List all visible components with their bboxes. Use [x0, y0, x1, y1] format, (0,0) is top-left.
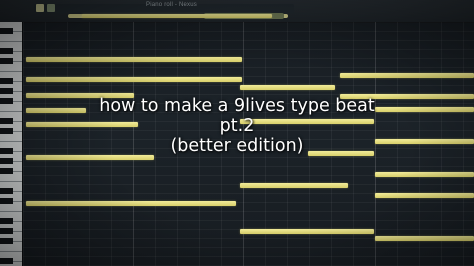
note[interactable] — [26, 201, 236, 206]
caption-line-3: (better edition) — [170, 136, 304, 156]
caption-line-1: how to make a 9lives type beat — [99, 96, 375, 116]
note[interactable] — [82, 14, 272, 18]
black-key[interactable] — [0, 188, 13, 194]
black-key[interactable] — [0, 98, 13, 104]
piano-roll-icon[interactable] — [36, 4, 44, 12]
black-key[interactable] — [0, 78, 13, 84]
black-key[interactable] — [0, 128, 13, 134]
black-key[interactable] — [0, 168, 13, 174]
note[interactable] — [26, 77, 242, 82]
black-key[interactable] — [0, 198, 13, 204]
black-key[interactable] — [0, 238, 13, 244]
note[interactable] — [240, 85, 335, 90]
black-key[interactable] — [0, 218, 13, 224]
black-key[interactable] — [0, 148, 13, 154]
video-caption: how to make a 9lives type beat pt.2 (bet… — [57, 96, 417, 156]
piano-roll-window: Piano roll - Nexus how to make a 9lives … — [0, 0, 474, 266]
toolbar: Piano roll - Nexus — [0, 0, 474, 23]
note[interactable] — [240, 229, 374, 234]
black-key[interactable] — [0, 48, 13, 54]
note[interactable] — [340, 73, 474, 78]
black-key[interactable] — [0, 118, 13, 124]
note[interactable] — [240, 183, 348, 188]
window-title: Piano roll - Nexus — [146, 2, 197, 8]
note[interactable] — [375, 193, 474, 198]
piano-keyboard[interactable] — [0, 22, 23, 266]
black-key[interactable] — [0, 258, 13, 264]
black-key[interactable] — [0, 88, 13, 94]
black-key[interactable] — [0, 158, 13, 164]
black-key[interactable] — [0, 28, 13, 34]
note[interactable] — [375, 236, 474, 241]
note[interactable] — [26, 57, 242, 62]
black-key[interactable] — [0, 228, 13, 234]
note[interactable] — [375, 172, 474, 177]
menu-arrow-icon[interactable] — [47, 4, 55, 12]
caption-line-2: pt.2 — [219, 116, 255, 136]
black-key[interactable] — [0, 58, 13, 64]
